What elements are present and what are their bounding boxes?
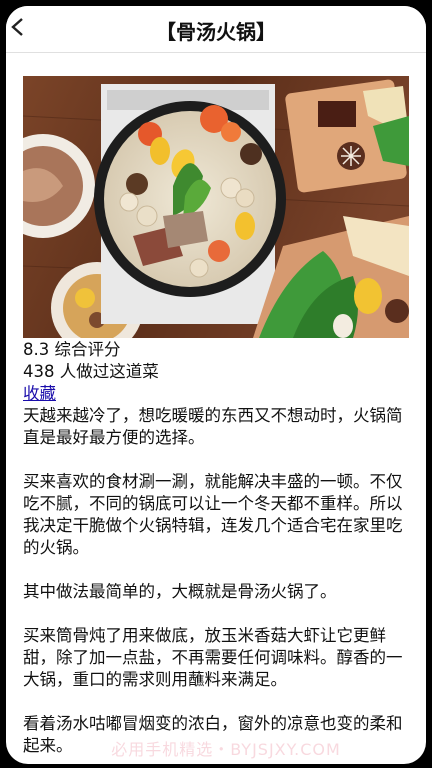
article-paragraph: 买来喜欢的食材涮一涮，就能解决丰盛的一顿。不仅吃不腻，不同的锅底可以让一个冬天都… — [23, 472, 403, 557]
phone-screen: 【骨汤火锅】 8.3 综合评分 438 人做过这道菜 收藏 天越来越冷了，想吃暖… — [6, 6, 426, 764]
rating-text: 8.3 综合评分 — [23, 340, 121, 359]
top-bar: 【骨汤火锅】 — [6, 6, 426, 53]
watermark: 必用手机精选・BYJSJXY.COM — [111, 740, 341, 759]
page-title: 【骨汤火锅】 — [156, 20, 276, 44]
article-paragraph: 其中做法最简单的，大概就是骨汤火锅了。 — [23, 582, 337, 601]
article-paragraph: 天越来越冷了，想吃暖暖的东西又不想动时，火锅简直是最好最方便的选择。 — [23, 406, 403, 447]
recipe-content: 8.3 综合评分 438 人做过这道菜 收藏 天越来越冷了，想吃暖暖的东西又不想… — [23, 339, 413, 757]
favorite-link[interactable]: 收藏 — [23, 383, 56, 405]
article-paragraph: 买来筒骨炖了用来做底，放玉米香菇大虾让它更鲜甜，除了加一点盐，不再需要任何调味料… — [23, 626, 403, 689]
made-count-text: 438 人做过这道菜 — [23, 362, 159, 381]
hotpot-photo — [23, 76, 409, 338]
